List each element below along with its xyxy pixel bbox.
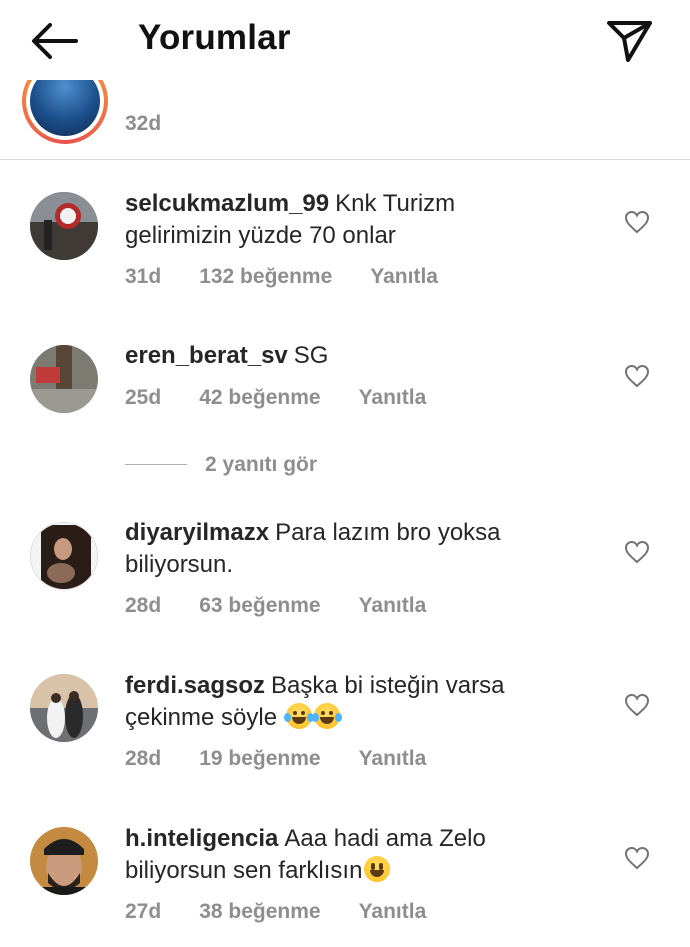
like-count[interactable]: 19 beğenme (199, 747, 320, 771)
comment-time: 25d (125, 386, 162, 409)
avatar[interactable] (30, 345, 98, 413)
like-count[interactable]: 63 beğenme (199, 594, 320, 618)
like-count[interactable]: 42 beğenme (199, 386, 320, 410)
avatar[interactable] (30, 192, 98, 260)
grinning-emoji-icon (364, 856, 391, 882)
avatar[interactable] (30, 827, 98, 895)
avatar[interactable] (30, 522, 98, 590)
send-icon[interactable] (604, 16, 654, 64)
divider (0, 159, 690, 160)
avatar[interactable] (30, 674, 98, 742)
previous-comment: 32d (0, 80, 690, 160)
reply-button[interactable]: Yanıtla (359, 594, 427, 618)
comment-time: 32d (125, 112, 162, 135)
back-arrow-icon[interactable] (28, 20, 80, 62)
reply-button[interactable]: Yanıtla (370, 265, 438, 289)
comment-username[interactable]: diyaryilmazx (125, 519, 269, 546)
heart-icon[interactable] (624, 540, 650, 564)
comment-username[interactable]: selcukmazlum_99 (125, 190, 329, 217)
like-count[interactable]: 132 beğenme (199, 265, 332, 289)
comment-username[interactable]: eren_berat_sv (125, 342, 288, 369)
laughing-tears-emoji-icon (311, 703, 342, 729)
comment-time: 31d (125, 265, 162, 288)
story-ring-avatar[interactable] (22, 80, 108, 144)
reply-button[interactable]: Yanıtla (359, 386, 427, 410)
heart-icon[interactable] (624, 846, 650, 870)
app-header: Yorumlar (0, 0, 690, 80)
divider (125, 464, 187, 465)
heart-icon[interactable] (624, 364, 650, 388)
avatar (30, 80, 100, 136)
comment-time: 28d (125, 747, 162, 770)
heart-icon[interactable] (624, 210, 650, 234)
comment-time: 27d (125, 900, 162, 923)
comment-text: SG (293, 342, 329, 369)
page-title: Yorumlar (138, 18, 291, 57)
laughing-tears-emoji-icon (283, 703, 314, 729)
reply-button[interactable]: Yanıtla (359, 900, 427, 924)
comment-time: 28d (125, 594, 162, 617)
comment-username[interactable]: ferdi.sagsoz (125, 672, 265, 699)
reply-button[interactable]: Yanıtla (359, 747, 427, 771)
view-replies-label[interactable]: 2 yanıtı gör (205, 453, 317, 477)
like-count[interactable]: 38 beğenme (199, 900, 320, 924)
heart-icon[interactable] (624, 693, 650, 717)
comment-username[interactable]: h.inteligencia (125, 825, 278, 852)
